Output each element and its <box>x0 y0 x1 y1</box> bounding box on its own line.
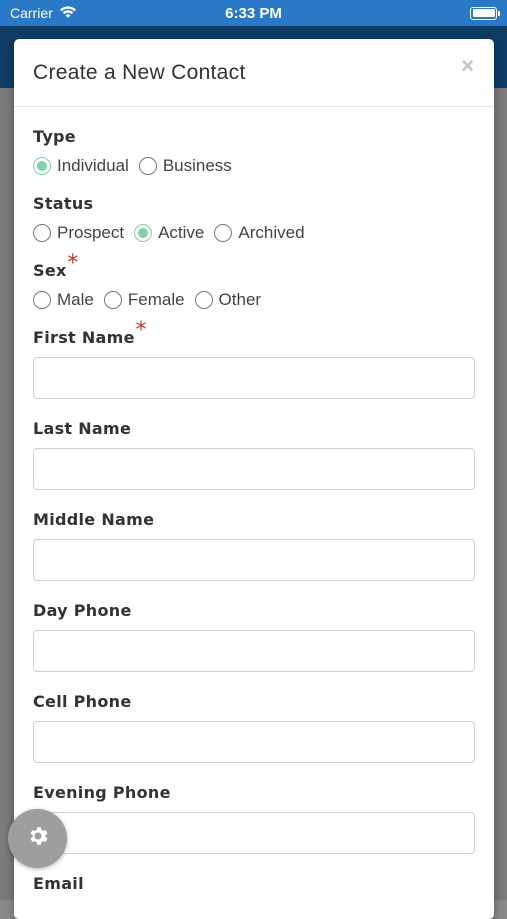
wifi-icon <box>59 5 77 22</box>
radio-button[interactable] <box>103 291 122 309</box>
evening-phone-input[interactable] <box>33 812 475 854</box>
cell-phone-label: Cell Phone <box>33 692 132 711</box>
radio-label: Archived <box>238 223 305 242</box>
radio-button[interactable] <box>134 224 153 242</box>
sex-label-text: Sex <box>33 261 67 280</box>
sex-option-male[interactable]: Male <box>33 290 94 310</box>
status-bar: Carrier 6:33 PM <box>0 0 507 26</box>
sex-label: Sex * <box>33 251 78 280</box>
radio-button[interactable] <box>33 224 51 242</box>
status-option-active[interactable]: Active <box>134 223 204 243</box>
gear-icon <box>26 824 50 853</box>
sex-option-other[interactable]: Other <box>194 290 262 310</box>
sex-radio-group: Male Female Other <box>33 290 475 310</box>
required-marker: * <box>135 318 147 343</box>
close-button[interactable]: × <box>461 55 474 77</box>
radio-label: Female <box>127 290 185 309</box>
status-option-archived[interactable]: Archived <box>214 223 305 243</box>
radio-button[interactable] <box>138 157 157 175</box>
radio-button[interactable] <box>33 157 51 175</box>
radio-label: Other <box>218 290 262 309</box>
middle-name-field: Middle Name <box>33 510 475 581</box>
day-phone-input[interactable] <box>33 630 475 672</box>
status-bar-left: Carrier <box>10 5 77 22</box>
status-field: Status Prospect Active Archived <box>33 194 475 243</box>
email-label: Email <box>33 874 84 893</box>
radio-button[interactable] <box>33 291 51 309</box>
first-name-label: First Name * <box>33 318 146 347</box>
radio-label: Individual <box>57 156 129 175</box>
battery-icon <box>470 6 500 20</box>
day-phone-field: Day Phone <box>33 601 475 672</box>
cell-phone-field: Cell Phone <box>33 692 475 763</box>
required-marker: * <box>67 251 79 276</box>
first-name-label-text: First Name <box>33 328 135 347</box>
type-radio-group: Individual Business <box>33 156 475 176</box>
radio-label: Prospect <box>57 223 125 242</box>
last-name-field: Last Name <box>33 419 475 490</box>
sex-option-female[interactable]: Female <box>103 290 185 310</box>
last-name-input[interactable] <box>33 448 475 490</box>
type-option-individual[interactable]: Individual <box>33 156 129 176</box>
type-option-business[interactable]: Business <box>138 156 232 176</box>
email-field: Email <box>33 874 475 894</box>
middle-name-input[interactable] <box>33 539 475 581</box>
status-label: Status <box>33 194 94 213</box>
radio-button[interactable] <box>214 224 233 242</box>
type-field: Type Individual Business <box>33 127 475 176</box>
sex-field: Sex * Male Female Other <box>33 251 475 310</box>
type-label: Type <box>33 127 76 146</box>
first-name-input[interactable] <box>33 357 475 399</box>
radio-label: Business <box>162 156 232 175</box>
settings-fab-button[interactable] <box>8 809 67 868</box>
radio-label: Male <box>57 290 94 309</box>
carrier-label: Carrier <box>10 5 53 21</box>
middle-name-label: Middle Name <box>33 510 155 529</box>
cell-phone-input[interactable] <box>33 721 475 763</box>
radio-label: Active <box>158 223 205 242</box>
modal-body: Type Individual Business Status Prospect <box>14 107 494 894</box>
status-option-prospect[interactable]: Prospect <box>33 223 124 243</box>
day-phone-label: Day Phone <box>33 601 132 620</box>
radio-button[interactable] <box>194 291 213 309</box>
last-name-label: Last Name <box>33 419 132 438</box>
evening-phone-label: Evening Phone <box>33 783 171 802</box>
evening-phone-field: Evening Phone <box>33 783 475 854</box>
first-name-field: First Name * <box>33 318 475 399</box>
status-radio-group: Prospect Active Archived <box>33 223 475 243</box>
modal-title: Create a New Contact <box>33 60 246 84</box>
create-contact-modal: Create a New Contact × Type Individual B… <box>14 39 494 919</box>
modal-header: Create a New Contact × <box>14 39 494 107</box>
